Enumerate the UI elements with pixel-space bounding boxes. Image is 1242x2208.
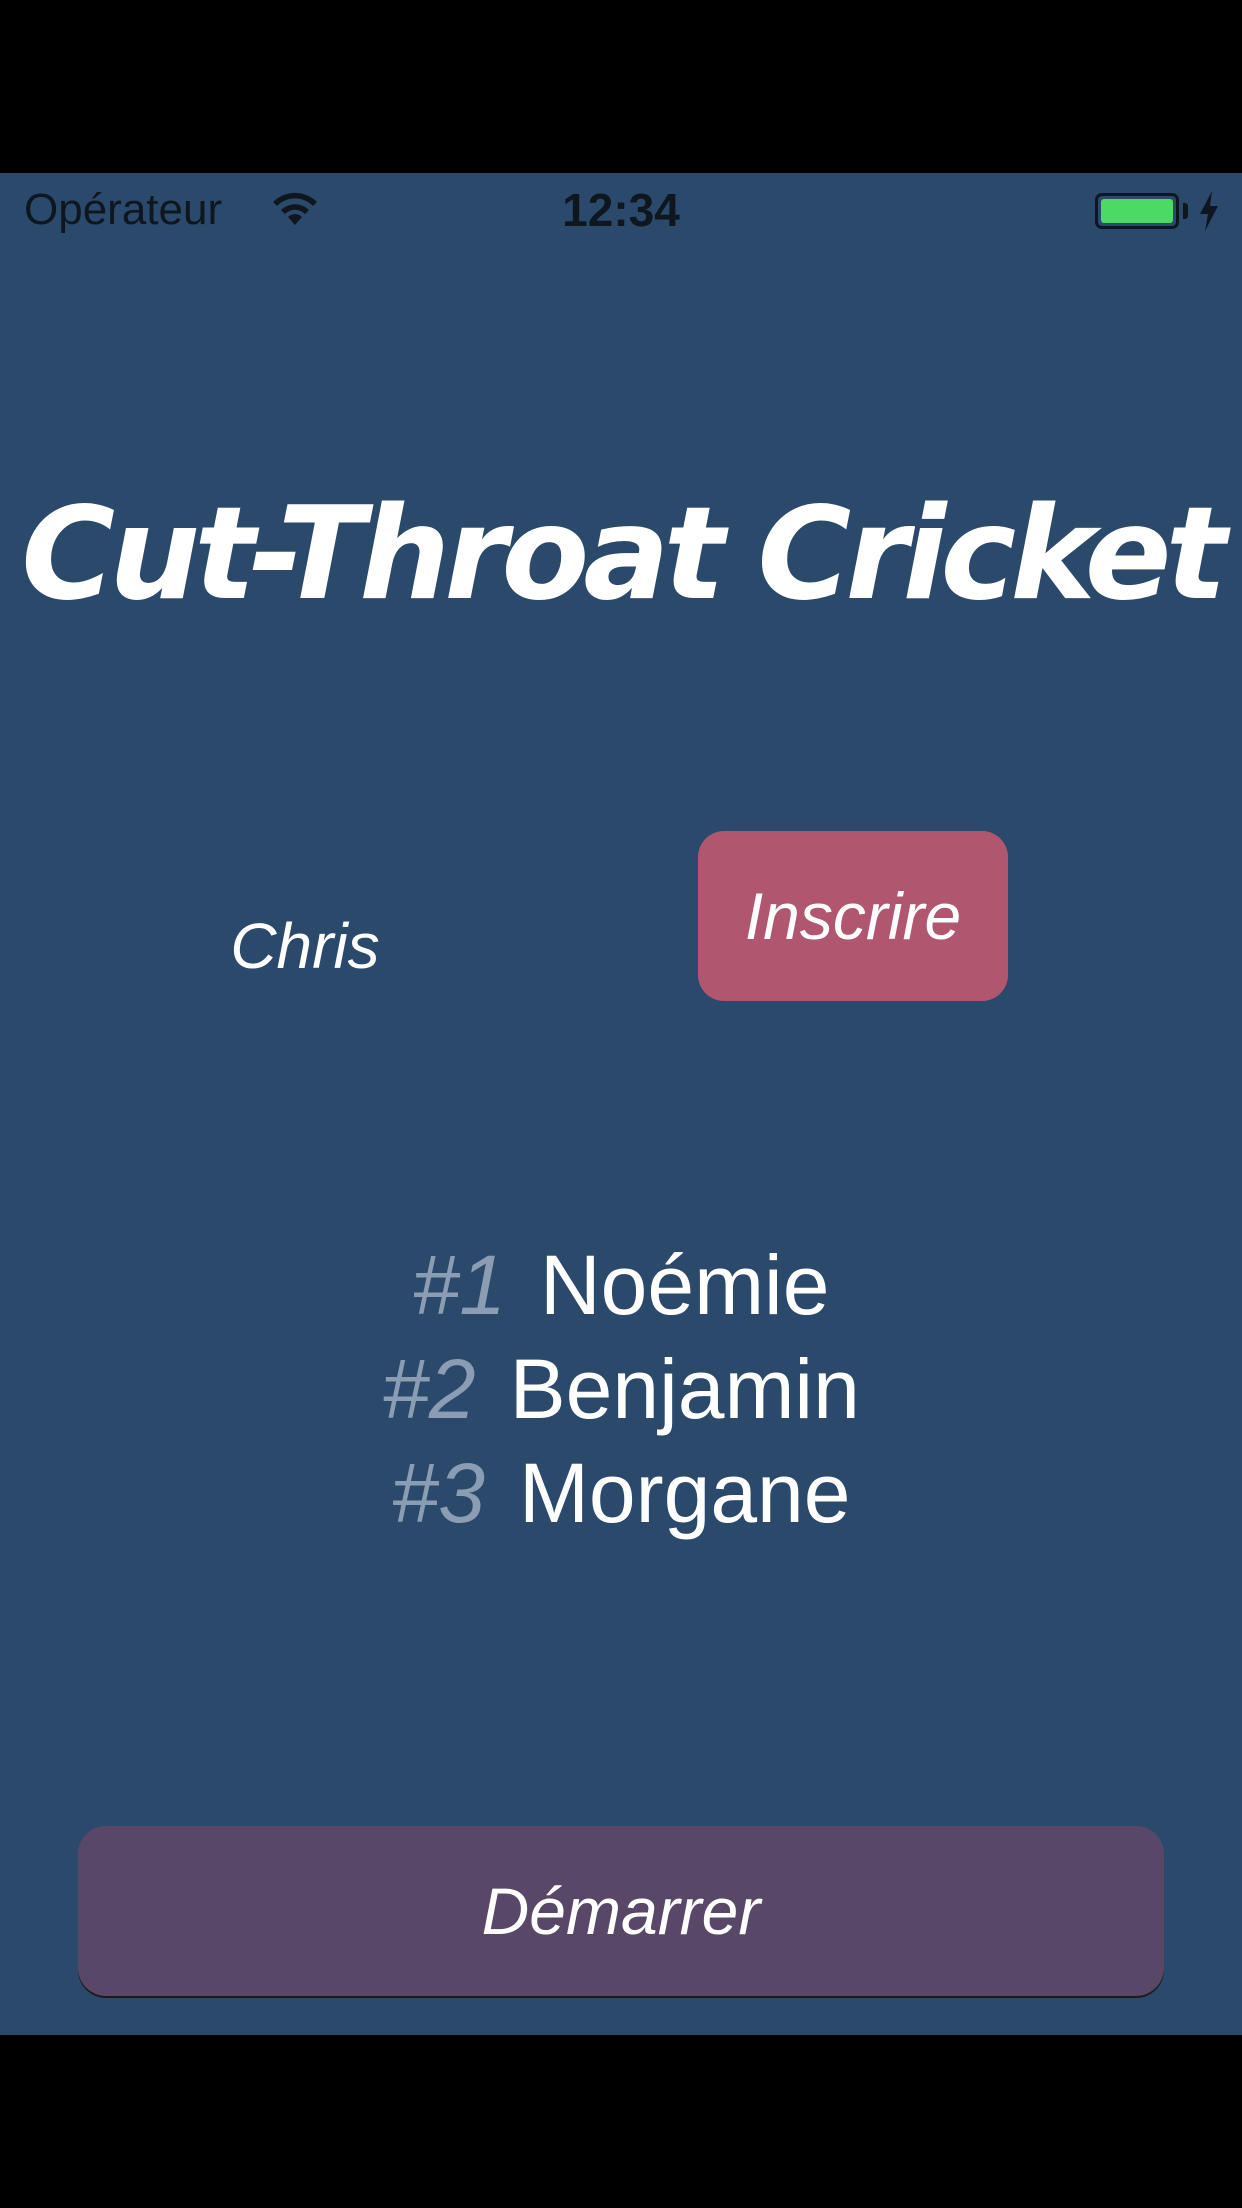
player-name: Noémie bbox=[539, 1238, 830, 1332]
player-name: Benjamin bbox=[509, 1342, 860, 1436]
player-rank: #3 bbox=[391, 1446, 485, 1540]
player-name-input[interactable]: Chris bbox=[150, 901, 460, 991]
start-button[interactable]: Démarrer bbox=[78, 1826, 1164, 1996]
list-item: #1 Noémie bbox=[0, 1233, 1242, 1337]
battery-level bbox=[1101, 199, 1173, 223]
battery-nub bbox=[1183, 203, 1188, 219]
clock: 12:34 bbox=[562, 184, 680, 236]
player-rank: #2 bbox=[382, 1342, 476, 1436]
player-rank: #1 bbox=[412, 1238, 506, 1332]
app-title: Cut-Throat Cricket bbox=[21, 480, 1227, 629]
player-name: Morgane bbox=[518, 1446, 851, 1540]
battery-icon bbox=[1095, 193, 1179, 229]
list-item: #2 Benjamin bbox=[0, 1337, 1242, 1441]
app-screen: Opérateur 12:34 Cut-Throat Cricket Chris… bbox=[0, 173, 1242, 2035]
status-bar: Opérateur 12:34 bbox=[0, 173, 1242, 253]
register-button[interactable]: Inscrire bbox=[698, 831, 1008, 1001]
list-item: #3 Morgane bbox=[0, 1441, 1242, 1545]
bolt-icon bbox=[1200, 191, 1218, 231]
